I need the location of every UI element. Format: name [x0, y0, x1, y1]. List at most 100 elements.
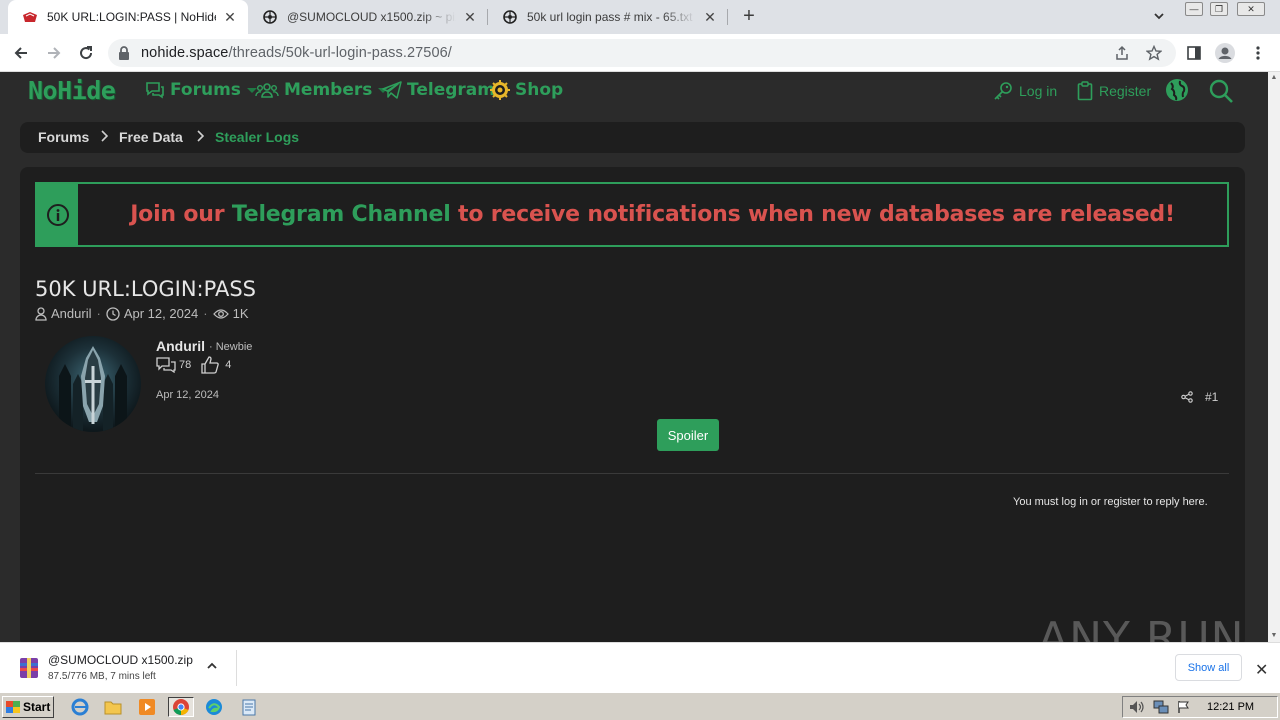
meta-separator: ·	[96, 306, 101, 321]
close-window-button[interactable]: ✕	[1237, 2, 1265, 16]
forward-button[interactable]	[43, 42, 65, 64]
thread-author[interactable]: Anduril	[51, 306, 91, 321]
browser-tab-strip: 50K URL:LOGIN:PASS | NoHide ✕ @SUMOCLOUD…	[0, 0, 1280, 34]
notepad-icon[interactable]	[236, 697, 262, 717]
pixeldrain-favicon-icon	[262, 9, 278, 25]
bookmark-star-icon[interactable]	[1145, 44, 1163, 61]
address-bar[interactable]: nohide.space/threads/50k-url-login-pass.…	[108, 39, 1176, 67]
taskbar-clock[interactable]: 12:21 PM	[1207, 701, 1254, 713]
share-page-icon[interactable]	[1114, 45, 1130, 61]
chat-icon	[146, 82, 164, 99]
volume-icon[interactable]	[1129, 700, 1145, 717]
reaction-count: 4	[225, 359, 232, 371]
share-icon[interactable]	[1181, 391, 1193, 406]
search-icon	[1209, 79, 1233, 103]
gear-icon	[490, 80, 510, 100]
action-center-flag-icon[interactable]	[1177, 700, 1191, 717]
chevron-right-icon	[196, 130, 205, 145]
post-number-link[interactable]: #1	[1205, 390, 1218, 404]
chrome-taskbar-icon[interactable]	[168, 697, 194, 717]
edge-icon[interactable]	[203, 697, 225, 717]
tab-pixeldrain-zip[interactable]: @SUMOCLOUD x1500.zip ~ pixeldrain ✕	[248, 0, 488, 34]
nav-shop-label: Shop	[515, 80, 564, 100]
browser-toolbar: nohide.space/threads/50k-url-login-pass.…	[0, 34, 1280, 72]
messages-icon	[156, 357, 176, 373]
download-filename[interactable]: @SUMOCLOUD x1500.zip	[48, 653, 193, 667]
nav-members-label: Members	[284, 80, 373, 100]
tab-search-icon[interactable]	[1152, 9, 1170, 25]
thread-views: 1K	[232, 306, 249, 321]
nav-shop[interactable]: Shop	[490, 80, 563, 100]
close-tab-icon[interactable]: ✕	[462, 9, 478, 25]
reload-icon	[80, 46, 93, 60]
page-scrollbar[interactable]: ▲ ▼	[1268, 72, 1280, 642]
back-button[interactable]	[10, 42, 32, 64]
url-text[interactable]: nohide.space/threads/50k-url-login-pass.…	[141, 45, 452, 61]
paper-plane-icon	[382, 81, 402, 99]
breadcrumb-forums[interactable]: Forums	[38, 129, 89, 145]
login-link[interactable]: Log in	[993, 81, 1057, 101]
download-bar: @SUMOCLOUD x1500.zip 87.5/776 MB, 7 mins…	[0, 642, 1280, 692]
internet-explorer-icon[interactable]	[69, 697, 91, 717]
spoiler-button[interactable]: Spoiler	[657, 419, 719, 451]
restore-button[interactable]: ❐	[1210, 2, 1228, 16]
breadcrumb-stealer-logs[interactable]: Stealer Logs	[215, 129, 299, 145]
eye-icon	[212, 308, 229, 319]
close-tab-icon[interactable]: ✕	[702, 9, 718, 25]
tab-title: 50K URL:LOGIN:PASS | NoHide	[47, 10, 216, 24]
minimize-button[interactable]: —	[1185, 2, 1203, 16]
system-tray: 12:21 PM	[1122, 696, 1278, 718]
new-tab-button[interactable]: +	[738, 6, 760, 28]
info-icon	[37, 184, 78, 245]
tab-nohide[interactable]: 50K URL:LOGIN:PASS | NoHide ✕	[8, 0, 248, 34]
notice-suffix: to receive notifications when new databa…	[450, 202, 1175, 227]
file-explorer-icon[interactable]	[102, 697, 124, 717]
register-link[interactable]: Register	[1077, 81, 1151, 101]
windows-taskbar: Start 12:21 PM	[0, 692, 1280, 720]
scroll-down-icon[interactable]: ▼	[1268, 630, 1280, 642]
show-all-button[interactable]: Show all	[1175, 654, 1242, 681]
tab-pixeldrain-txt[interactable]: 50k url login pass # mix - 65.txt ~ pixe…	[488, 0, 728, 34]
start-button[interactable]: Start	[2, 696, 54, 718]
browser-menu-button[interactable]	[1247, 42, 1269, 64]
post-user-role: · Newbie	[209, 341, 253, 353]
site-logo[interactable]: NoHide	[28, 76, 116, 105]
telegram-channel-link[interactable]: Telegram Channel	[232, 202, 451, 227]
lock-icon[interactable]	[118, 46, 130, 63]
close-tab-icon[interactable]: ✕	[222, 9, 238, 25]
nav-telegram-label: Telegram	[407, 80, 495, 100]
url-host: nohide.space	[141, 45, 229, 61]
side-panel-button[interactable]	[1183, 42, 1205, 64]
divider	[35, 473, 1229, 474]
thread-date[interactable]: Apr 12, 2024	[124, 306, 198, 321]
reload-button[interactable]	[75, 42, 97, 64]
search-button[interactable]	[1208, 78, 1240, 104]
nav-telegram[interactable]: Telegram	[382, 80, 495, 100]
chevron-up-icon[interactable]	[205, 659, 219, 673]
breadcrumb-free-data[interactable]: Free Data	[119, 129, 183, 145]
nav-forums[interactable]: Forums	[145, 80, 257, 100]
login-label: Log in	[1019, 83, 1058, 99]
close-download-bar-icon[interactable]: ✕	[1255, 660, 1268, 680]
tab-separator	[727, 9, 728, 25]
post-username[interactable]: Anduril	[156, 338, 205, 354]
scroll-up-icon[interactable]: ▲	[1268, 72, 1280, 84]
reply-notice: You must log in or register to reply her…	[1013, 496, 1208, 508]
media-player-icon[interactable]	[136, 697, 158, 717]
url-path: /threads/50k-url-login-pass.27506/	[228, 45, 452, 61]
tab-title: 50k url login pass # mix - 65.txt ~ pixe…	[527, 10, 696, 24]
clipboard-icon	[1077, 81, 1093, 101]
start-label: Start	[23, 700, 51, 714]
profile-button[interactable]	[1214, 42, 1236, 64]
web-page: NoHide Forums Members Telegram Shop Log …	[0, 72, 1268, 642]
profile-avatar-icon	[1215, 43, 1235, 63]
avatar[interactable]	[45, 336, 141, 432]
network-icon[interactable]	[1153, 700, 1169, 717]
breadcrumb: Forums Free Data Stealer Logs	[20, 122, 1245, 153]
nav-members[interactable]: Members	[255, 80, 389, 100]
post-date[interactable]: Apr 12, 2024	[156, 389, 219, 401]
user-stats: 78 4	[156, 356, 231, 374]
tab-title: @SUMOCLOUD x1500.zip ~ pixeldrain	[287, 10, 456, 24]
language-globe-button[interactable]	[1165, 78, 1195, 102]
users-icon	[255, 83, 279, 98]
